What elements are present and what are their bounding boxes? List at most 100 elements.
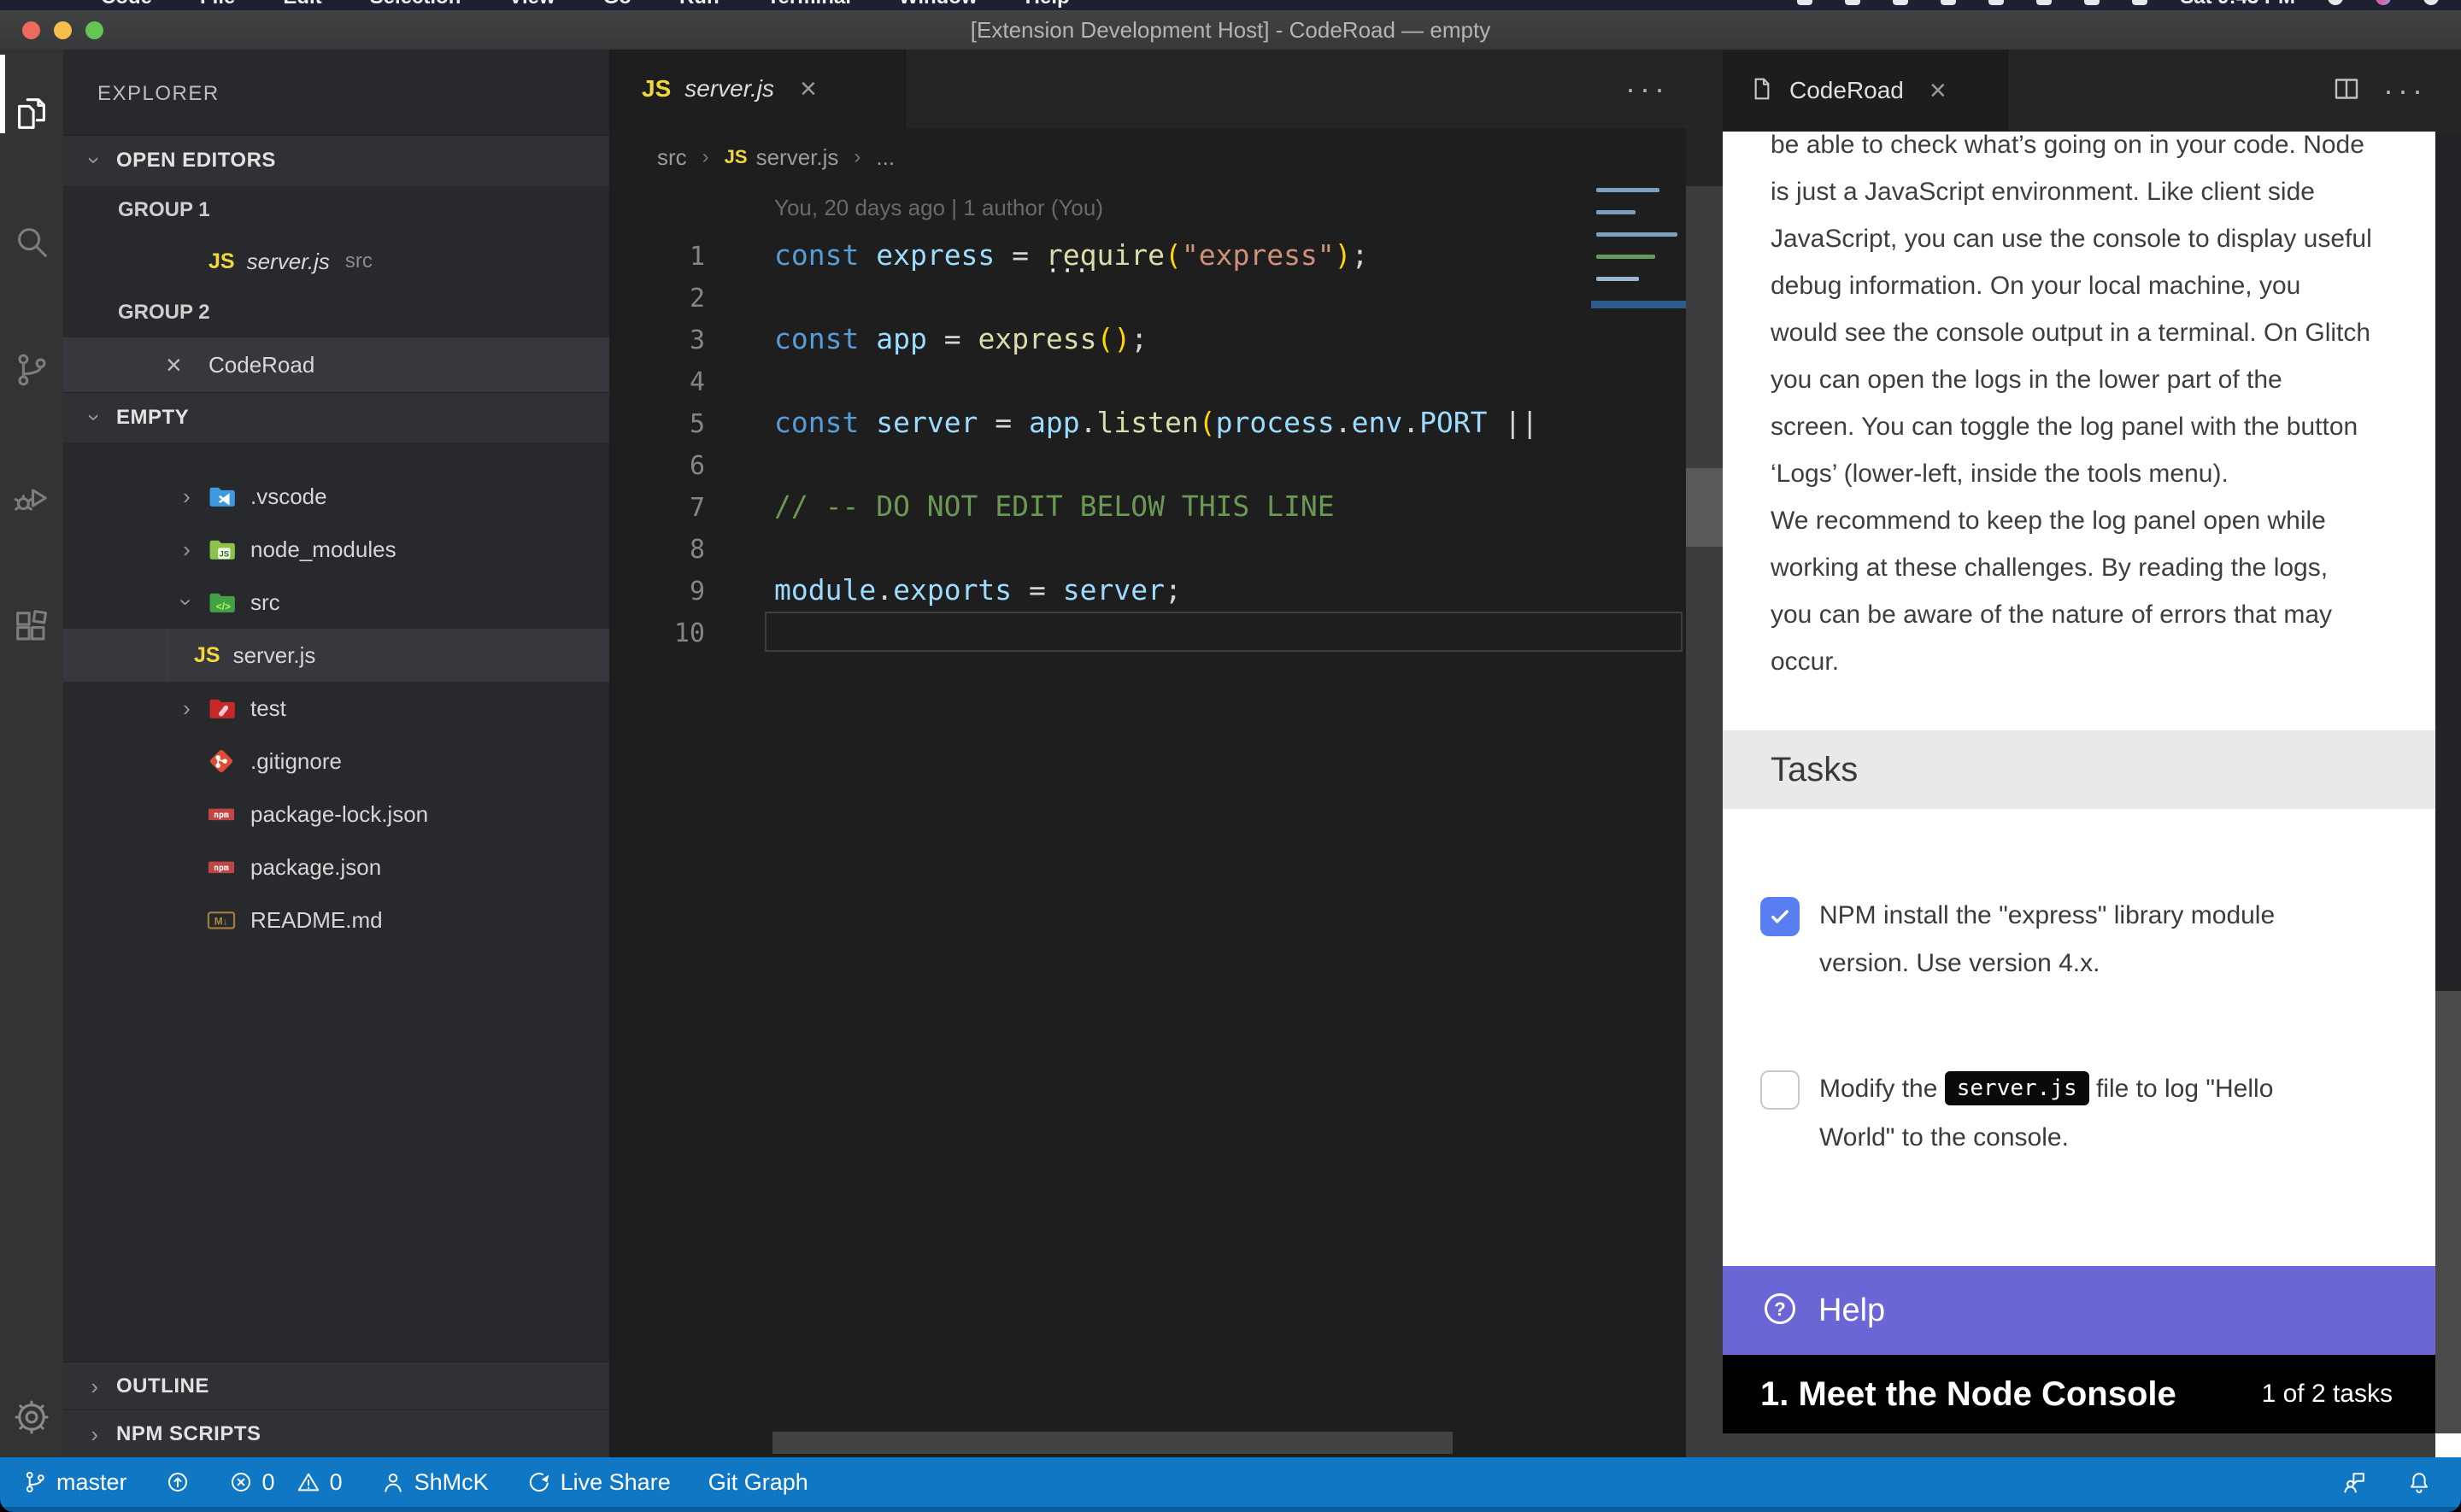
code-line-1[interactable]: 1const express = require("express"); bbox=[609, 234, 1686, 276]
menu-item-help[interactable]: Help bbox=[1025, 0, 1070, 9]
menu-item-selection[interactable]: Selection bbox=[370, 0, 461, 9]
activity-source-control[interactable] bbox=[0, 306, 63, 434]
menu-item-run[interactable]: Run bbox=[679, 0, 720, 9]
menu-item-view[interactable]: View bbox=[508, 0, 555, 9]
code-line-9[interactable]: 9module.exports = server; bbox=[609, 569, 1686, 611]
status-feedback[interactable] bbox=[2341, 1469, 2367, 1495]
status-account-shmck[interactable]: ShMcK bbox=[380, 1469, 489, 1496]
close-tab-icon[interactable]: × bbox=[1929, 76, 1947, 105]
mic-icon[interactable] bbox=[2036, 0, 2052, 5]
siri-icon[interactable] bbox=[2376, 0, 2391, 5]
status-notifications[interactable] bbox=[2406, 1469, 2432, 1495]
status-sync[interactable] bbox=[165, 1469, 191, 1495]
menu-status-area[interactable]: Sat 9:43 PM bbox=[1797, 0, 2439, 9]
tree-item-server.js[interactable]: JSserver.js bbox=[63, 629, 609, 682]
window-title-bar[interactable]: [Extension Development Host] - CodeRoad … bbox=[0, 10, 2461, 50]
activity-extensions[interactable] bbox=[0, 562, 63, 690]
code-line-10[interactable]: 10 bbox=[609, 611, 1686, 653]
panel-more-actions-icon[interactable]: ··· bbox=[2383, 73, 2427, 108]
share-icon bbox=[526, 1469, 552, 1495]
code-line-4[interactable]: 4 bbox=[609, 360, 1686, 401]
status-live-share[interactable]: Live Share bbox=[526, 1469, 671, 1496]
panel-tab-bar[interactable]: CodeRoad × ··· bbox=[1723, 50, 2461, 132]
editor-more-actions-icon[interactable]: ··· bbox=[1625, 71, 1669, 107]
status-problems[interactable]: 00 bbox=[228, 1469, 343, 1496]
branch-icon bbox=[22, 1469, 48, 1495]
close-tab-icon[interactable]: × bbox=[800, 74, 817, 103]
battery-icon[interactable] bbox=[2084, 0, 2100, 5]
panel-scrollbar-track[interactable] bbox=[1686, 186, 1723, 1457]
lesson-text-line: We recommend to keep the log panel open … bbox=[1771, 497, 2435, 544]
tab-coderoad[interactable]: CodeRoad × bbox=[1723, 50, 2008, 132]
breadcrumb-segment[interactable]: ... bbox=[876, 144, 895, 171]
tree-item-src[interactable]: ›</>src bbox=[63, 576, 609, 629]
shield-icon[interactable] bbox=[1845, 0, 1860, 5]
menu-items[interactable]: Code File Edit Selection View Go Run Terminal Wi… bbox=[101, 0, 1070, 9]
code-line-3[interactable]: 3const app = express(); bbox=[609, 318, 1686, 360]
breadcrumb[interactable]: src›JSserver.js›... bbox=[609, 128, 1686, 186]
menu-item-window[interactable]: Window bbox=[899, 0, 978, 9]
warning-icon bbox=[296, 1469, 321, 1495]
tree-item-package.json[interactable]: npmpackage.json bbox=[63, 841, 609, 894]
minimap[interactable] bbox=[1591, 188, 1687, 308]
tree-item-readme.md[interactable]: M↓README.md bbox=[63, 894, 609, 946]
open-editor-item-coderoad[interactable]: ×CodeRoad bbox=[63, 337, 609, 392]
tree-item-node_modules[interactable]: ›JSnode_modules bbox=[63, 523, 609, 576]
tab-server-js[interactable]: JS server.js × bbox=[609, 50, 906, 128]
activity-run-debug[interactable] bbox=[0, 434, 63, 562]
code-line-7[interactable]: 7// -- DO NOT EDIT BELOW THIS LINE bbox=[609, 485, 1686, 527]
settings-gear-icon[interactable] bbox=[0, 1398, 63, 1437]
close-editor-icon[interactable]: × bbox=[166, 349, 197, 381]
menu-item-edit[interactable]: Edit bbox=[283, 0, 321, 9]
file-name: .gitignore bbox=[250, 748, 342, 775]
gitlens-blame-annotation: You, 20 days ago | 1 author (You) bbox=[774, 195, 1103, 221]
activity-bar[interactable] bbox=[0, 50, 63, 1457]
tree-item-.vscode[interactable]: ›.vscode bbox=[63, 470, 609, 523]
panel-scrollbar-thumb[interactable] bbox=[1686, 468, 1723, 547]
checkbox-unchecked[interactable] bbox=[1760, 1070, 1800, 1110]
code-editor[interactable]: You, 20 days ago | 1 author (You) 1const… bbox=[609, 186, 1686, 1457]
section-outline[interactable]: ›OUTLINE bbox=[63, 1362, 609, 1409]
open-editors-header[interactable]: › OPEN EDITORS bbox=[63, 135, 609, 185]
activity-search[interactable] bbox=[0, 178, 63, 306]
horizontal-scrollbar[interactable] bbox=[772, 1432, 1453, 1454]
menu-item-terminal[interactable]: Terminal bbox=[767, 0, 851, 9]
display-icon[interactable] bbox=[1797, 0, 1812, 5]
workspace-header[interactable]: › EMPTY bbox=[63, 392, 609, 442]
tab-label: server.js bbox=[684, 75, 774, 103]
breadcrumb-segment[interactable]: src bbox=[657, 144, 687, 171]
play-icon[interactable] bbox=[1941, 0, 1956, 5]
tree-item-test[interactable]: ›test bbox=[63, 682, 609, 735]
tree-item-.gitignore[interactable]: .gitignore bbox=[63, 735, 609, 788]
webview-scrollbar[interactable] bbox=[2435, 132, 2461, 1457]
menu-item-file[interactable]: File bbox=[200, 0, 235, 9]
status-git-branch[interactable]: master bbox=[22, 1469, 127, 1496]
lesson-footer[interactable]: 1. Meet the Node Console 1 of 2 tasks bbox=[1723, 1355, 2435, 1433]
activity-explorer[interactable] bbox=[0, 50, 63, 178]
keyboard-icon[interactable] bbox=[2132, 0, 2147, 5]
open-editor-item-server.js[interactable]: JSserver.jssrc bbox=[63, 235, 609, 288]
lesson-text-line: ‘Logs’ (lower-left, inside the tools men… bbox=[1771, 450, 2435, 497]
file-icon bbox=[1748, 75, 1776, 107]
spotlight-icon[interactable] bbox=[2328, 0, 2343, 5]
status-git-graph[interactable]: Git Graph bbox=[708, 1469, 808, 1496]
menu-item-code[interactable]: Code bbox=[101, 0, 152, 9]
code-line-5[interactable]: 5const server = app.listen(process.env.P… bbox=[609, 401, 1686, 443]
section-label: OUTLINE bbox=[116, 1374, 209, 1398]
help-bar[interactable]: ? Help bbox=[1723, 1266, 2435, 1355]
menu-item-go[interactable]: Go bbox=[603, 0, 631, 9]
editor-group-1: JS server.js × ··· src›JSserver.js›... Y… bbox=[609, 50, 1686, 1457]
circle-icon[interactable] bbox=[1893, 0, 1908, 5]
code-line-8[interactable]: 8 bbox=[609, 527, 1686, 569]
code-line-2[interactable]: 2 bbox=[609, 276, 1686, 318]
control-center-icon[interactable] bbox=[2423, 0, 2439, 5]
checkbox-checked[interactable] bbox=[1760, 897, 1800, 936]
code-line-6[interactable]: 6 bbox=[609, 443, 1686, 485]
section-npm-scripts[interactable]: ›NPM SCRIPTS bbox=[63, 1409, 609, 1457]
split-editor-icon[interactable] bbox=[2331, 73, 2362, 108]
editor-tab-bar[interactable]: JS server.js × ··· bbox=[609, 50, 1686, 128]
triangle-icon[interactable] bbox=[1988, 0, 2004, 5]
breadcrumb-segment[interactable]: JSserver.js bbox=[725, 144, 839, 171]
tree-item-package-lock.json[interactable]: npmpackage-lock.json bbox=[63, 788, 609, 841]
lesson-text-line: JavaScript, you can use the console to d… bbox=[1771, 215, 2435, 262]
